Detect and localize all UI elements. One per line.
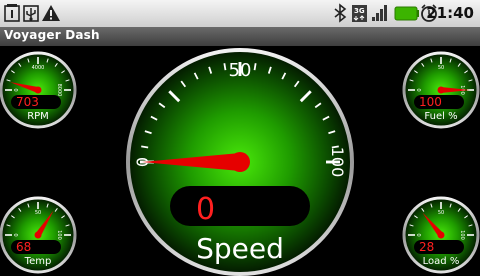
- fuel-tick-label-min: 0: [417, 88, 423, 91]
- load-tick-label-max: 100: [459, 230, 465, 240]
- battery-icon: [394, 6, 419, 21]
- temp-tick-label-min: 0: [14, 233, 20, 236]
- needle-hub: [34, 86, 42, 94]
- load-tick-label-min: 0: [417, 233, 423, 236]
- title-bar: Voyager Dash: [0, 27, 480, 46]
- signal-icon: [372, 5, 387, 21]
- temp-tick-label-mid: 50: [35, 210, 41, 216]
- usb-debug-icon[interactable]: [23, 5, 39, 22]
- warning-icon[interactable]: [42, 5, 60, 21]
- bluetooth-icon: [334, 3, 347, 23]
- minor-tick: [253, 63, 257, 71]
- svg-text:3G: 3G: [354, 7, 365, 15]
- 3g-data-icon: 3G: [352, 5, 367, 22]
- rpm-label: RPM: [27, 111, 49, 122]
- speed-gauge[interactable]: 0 50 100 0 Speed: [126, 48, 354, 276]
- temp-label: Temp: [24, 256, 52, 267]
- rpm-tick-label-mid: 4000: [32, 65, 45, 71]
- sim-notification-icon[interactable]: [4, 4, 20, 22]
- minor-tick: [141, 145, 149, 149]
- temp-gauge[interactable]: 0 50 100 68 Temp: [0, 196, 77, 274]
- rpm-tick-label-max: 8000: [56, 84, 62, 97]
- status-bar: 3G 21:40: [0, 0, 480, 27]
- speed-tick-label-max: 100: [328, 147, 347, 178]
- speed-label: Speed: [196, 232, 284, 265]
- rpm-gauge[interactable]: 0 4000 8000 703 RPM: [0, 51, 77, 129]
- needle-hub: [34, 231, 42, 239]
- needle-hub: [230, 152, 250, 172]
- rpm-readout: 703: [16, 95, 39, 109]
- load-label: Load %: [423, 256, 460, 267]
- app-title: Voyager Dash: [4, 28, 100, 42]
- rpm-tick-label-min: 0: [14, 88, 20, 91]
- fuel-label: Fuel %: [424, 111, 457, 122]
- needle-hub: [437, 231, 445, 239]
- load-tick-label-mid: 50: [438, 210, 444, 216]
- minor-tick: [223, 63, 227, 71]
- needle-hub: [437, 86, 445, 94]
- fuel-tick-label-mid: 50: [438, 65, 444, 71]
- status-clock: 21:40: [426, 4, 474, 22]
- speed-tick-label-mid: 50: [229, 60, 252, 81]
- dashboard: 0 50 100 0 Speed 0 4000 8000 703 RPM 0 50 100 1…: [0, 48, 480, 276]
- load-readout: 28: [419, 240, 434, 254]
- load-gauge[interactable]: 0 50 100 28 Load %: [402, 196, 480, 274]
- fuel-readout: 100: [419, 95, 442, 109]
- temp-tick-label-max: 100: [56, 230, 62, 240]
- temp-readout: 68: [16, 240, 31, 254]
- speed-readout-box: [170, 186, 310, 226]
- speed-readout: 0: [196, 192, 215, 227]
- fuel-gauge[interactable]: 050100100Fuel %: [402, 51, 480, 129]
